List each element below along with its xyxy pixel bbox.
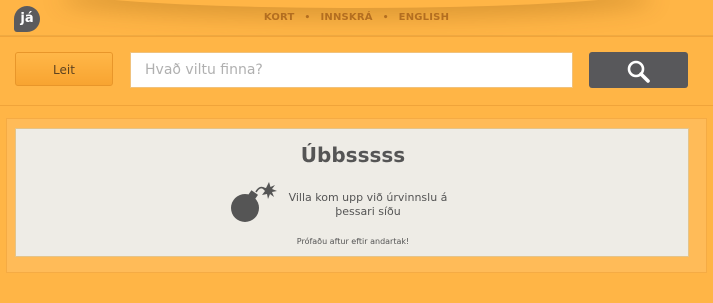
error-title: Úbbsssss xyxy=(300,143,406,167)
search-input[interactable] xyxy=(130,52,573,88)
nav-kort-link[interactable]: KORT xyxy=(264,12,295,23)
leit-button[interactable]: Leit xyxy=(15,52,113,86)
error-panel: Úbbsssss Villa kom upp við úrvinnslu á þ… xyxy=(15,128,689,257)
nav-separator: • xyxy=(304,13,311,23)
search-icon xyxy=(627,60,650,83)
nav-english-link[interactable]: ENGLISH xyxy=(399,12,449,23)
error-message: Villa kom upp við úrvinnslu á þessari sí… xyxy=(288,191,448,218)
top-nav: KORT • INNSKRÁ • ENGLISH xyxy=(0,12,713,23)
bomb-icon xyxy=(231,182,277,222)
top-bar: já KORT • INNSKRÁ • ENGLISH xyxy=(0,0,713,36)
search-button[interactable] xyxy=(589,52,688,88)
nav-separator: • xyxy=(382,13,389,23)
retry-text: Prófaðu aftur eftir andartak! xyxy=(296,237,410,246)
nav-innskra-link[interactable]: INNSKRÁ xyxy=(320,12,372,23)
search-bar: Leit xyxy=(0,36,713,106)
